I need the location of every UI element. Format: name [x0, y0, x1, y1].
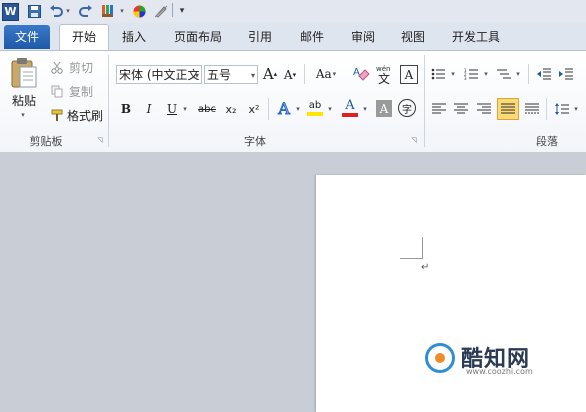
svg-text:文: 文 [378, 71, 390, 85]
font-row-divider [304, 64, 305, 84]
font-name-value: 宋体 (中文正文 [119, 68, 200, 82]
font-size-select[interactable]: 五号 ▾ [204, 65, 258, 84]
tab-home[interactable]: 开始 [59, 24, 109, 52]
pen-icon[interactable] [153, 3, 169, 19]
numbering-icon[interactable]: 123 [463, 66, 479, 82]
format-painter-button[interactable]: 格式刷 [66, 108, 104, 123]
quick-access-toolbar: W ▾ ▾ ▾ [0, 0, 586, 24]
line-spacing-dropdown-icon[interactable]: ▾ [572, 104, 580, 114]
italic-button[interactable]: I [141, 101, 157, 117]
strikethrough-button[interactable]: abc [196, 101, 218, 117]
color-wheel-icon[interactable] [131, 3, 147, 19]
increase-indent-icon[interactable] [558, 66, 574, 82]
tab-mailings[interactable]: 邮件 [292, 25, 332, 49]
highlight-label: ab [308, 100, 322, 111]
clipboard-group-label: 剪贴板 [29, 135, 63, 148]
tab-page-layout[interactable]: 页面布局 [168, 25, 228, 49]
watermark-logo-icon [425, 343, 455, 373]
character-border-button[interactable]: A [400, 65, 418, 84]
font-group-label: 字体 [244, 135, 266, 148]
font-row2-divider [268, 98, 269, 120]
document-page[interactable] [316, 175, 586, 412]
watermark-url: www.coozhi.com [466, 367, 533, 376]
align-right-icon[interactable] [476, 101, 492, 117]
undo-dropdown-icon[interactable]: ▾ [64, 3, 72, 19]
font-name-dropdown-icon[interactable]: ▾ [195, 66, 199, 85]
decrease-indent-icon[interactable] [536, 66, 552, 82]
tab-file[interactable]: 文件 [4, 25, 50, 49]
format-painter-icon[interactable] [50, 108, 64, 122]
shrink-font-label: A [283, 68, 293, 82]
clear-formatting-icon[interactable]: A [350, 63, 372, 85]
change-case-label: Aa [315, 67, 332, 81]
page-margin-corner-h [400, 258, 423, 259]
cut-button[interactable]: 剪切 [66, 60, 96, 75]
format-brush-qat-icon[interactable] [100, 3, 118, 19]
change-case-button[interactable]: Aa ▾ [311, 65, 341, 83]
font-color-button[interactable]: A [340, 98, 360, 118]
paste-button[interactable]: 粘贴 [8, 92, 40, 108]
tab-insert[interactable]: 插入 [114, 25, 154, 49]
bullets-dropdown-icon[interactable]: ▾ [449, 69, 457, 79]
clipboard-launcher-icon[interactable]: ◹ [96, 136, 104, 144]
character-shading-button[interactable]: A [376, 100, 392, 117]
font-color-bar [342, 113, 358, 117]
para-row-divider [528, 64, 529, 84]
bullets-icon[interactable] [430, 66, 446, 82]
paragraph-mark[interactable]: ↵ [421, 262, 429, 273]
tab-references[interactable]: 引用 [240, 25, 280, 49]
para-row2-divider [546, 98, 547, 120]
shrink-font-button[interactable]: A ▾ [282, 66, 298, 84]
highlight-color-bar [307, 112, 323, 116]
highlight-dropdown-icon[interactable]: ▾ [326, 103, 334, 115]
font-size-value: 五号 [207, 68, 232, 82]
text-effects-button[interactable]: A [274, 98, 294, 118]
grow-font-label: A [262, 65, 274, 83]
underline-dropdown-icon[interactable]: ▾ [181, 103, 189, 115]
numbering-dropdown-icon[interactable]: ▾ [482, 69, 490, 79]
tab-developer[interactable]: 开发工具 [446, 25, 506, 49]
enclose-characters-button[interactable]: 字 [398, 99, 416, 117]
font-color-label: A [345, 98, 355, 113]
multilevel-list-icon[interactable] [496, 66, 512, 82]
undo-icon[interactable] [48, 3, 64, 19]
paste-dropdown-icon[interactable]: ▾ [16, 110, 30, 120]
group-divider-2 [424, 55, 425, 147]
multilevel-dropdown-icon[interactable]: ▾ [514, 69, 522, 79]
cut-icon[interactable] [50, 60, 64, 74]
bold-button[interactable]: B [118, 101, 134, 117]
line-spacing-icon[interactable] [554, 101, 570, 117]
svg-text:3: 3 [464, 76, 467, 80]
font-name-select[interactable]: 宋体 (中文正文 ▾ [116, 65, 202, 84]
save-icon[interactable] [26, 3, 42, 19]
justify-icon[interactable] [497, 98, 519, 120]
group-divider [108, 55, 109, 147]
brush-dropdown-icon[interactable]: ▾ [118, 3, 126, 19]
superscript-button[interactable]: x² [245, 101, 263, 117]
distributed-align-icon[interactable] [524, 101, 540, 117]
align-left-icon[interactable] [431, 101, 447, 117]
copy-icon[interactable] [50, 84, 64, 98]
redo-icon[interactable] [78, 3, 94, 19]
tab-view[interactable]: 视图 [393, 25, 433, 49]
phonetic-guide-icon[interactable]: wén 文 [375, 63, 395, 85]
qat-divider [172, 3, 173, 17]
grow-font-button[interactable]: A ▴ [261, 64, 279, 84]
paragraph-group-label: 段落 [536, 135, 558, 148]
customize-qat-icon[interactable]: ▾ [177, 3, 187, 19]
font-color-dropdown-icon[interactable]: ▾ [361, 103, 369, 115]
tab-review[interactable]: 审阅 [343, 25, 383, 49]
highlight-button[interactable]: ab [305, 98, 325, 118]
paste-icon[interactable] [8, 56, 40, 90]
font-launcher-icon[interactable]: ◹ [410, 136, 418, 144]
align-center-icon[interactable] [453, 101, 469, 117]
text-effects-dropdown-icon[interactable]: ▾ [294, 103, 302, 115]
font-size-dropdown-icon[interactable]: ▾ [251, 66, 255, 85]
copy-button[interactable]: 复制 [66, 84, 96, 99]
page-margin-corner-v [422, 237, 423, 259]
subscript-button[interactable]: x₂ [222, 101, 240, 117]
underline-button[interactable]: U [164, 101, 180, 117]
word-logo-icon[interactable]: W [2, 3, 19, 21]
